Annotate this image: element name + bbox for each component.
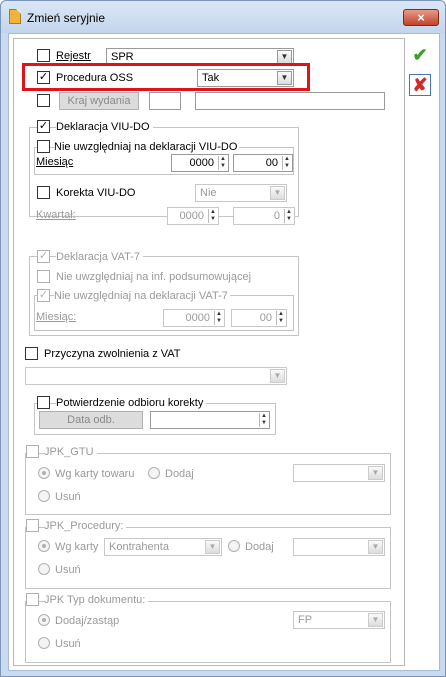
dialog-window: Zmień seryjnie × Rejestr SPR ▼ ✓ Procedu… [0, 0, 446, 677]
chevron-down-icon[interactable]: ▼ [368, 466, 383, 480]
vat7-label: Deklaracja VAT-7 [56, 251, 143, 263]
jpk-gtu-radio-dodaj[interactable] [148, 467, 160, 479]
jpk-typ-value: FP [298, 614, 313, 626]
chevron-down-icon[interactable]: ▼ [368, 613, 383, 627]
kraj-name-input[interactable] [195, 92, 385, 110]
jpk-gtu-opt3-label: Usuń [55, 491, 81, 503]
viudo-year-value: 0000 [189, 157, 214, 169]
rejestr-value: SPR [111, 51, 134, 63]
jpk-typ-radio-usun[interactable] [38, 637, 50, 649]
kwartal-q-value: 0 [273, 210, 280, 222]
cancel-x-icon[interactable]: ✘ [409, 74, 431, 96]
jpk-proc-radio-dodaj[interactable] [228, 540, 240, 552]
vat7-checkbox[interactable]: ✓ [37, 250, 50, 263]
spinner-icon[interactable]: ▲ ▼ [284, 209, 293, 223]
jpk-proc-karta-value: Kontrahenta [109, 541, 169, 553]
potwierdzenie-label: Potwierdzenie odbioru korekty [56, 397, 207, 409]
kraj-checkbox[interactable] [37, 94, 50, 107]
korekta-viudo-checkbox[interactable] [37, 186, 50, 199]
vat7-nie-dekl-checkbox[interactable]: ✓ [37, 289, 50, 302]
viudo-label: Deklaracja VIU-DO [56, 121, 153, 133]
dialog-client: Rejestr SPR ▼ ✓ Procedura OSS Tak ▼ Kraj… [8, 33, 440, 671]
close-button[interactable]: × [403, 9, 439, 26]
viudo-nie-uwzgledniaj-checkbox[interactable] [37, 140, 50, 153]
jpk-proc-opt3-label: Usuń [55, 564, 81, 576]
title-bar: Zmień seryjnie × [1, 1, 445, 33]
viudo-nie-uwzgledniaj-label: Nie uwzględniaj na deklaracji VIU-DO [54, 141, 240, 153]
zwolnienie-checkbox[interactable] [25, 347, 38, 360]
korekta-viudo-label: Korekta VIU-DO [56, 187, 136, 199]
jpk-typ-label: JPK Typ dokumentu: [44, 594, 149, 606]
viudo-month-value: 00 [265, 157, 278, 169]
spinner-icon[interactable]: ▲ ▼ [214, 311, 223, 325]
korekta-viudo-value: Nie [200, 187, 217, 199]
kraj-wydania-button[interactable]: Kraj wydania [59, 92, 139, 110]
jpk-gtu-opt2-label: Dodaj [165, 468, 194, 480]
jpk-proc-label: JPK_Procedury: [44, 520, 127, 532]
vat7-year-value: 0000 [185, 312, 210, 324]
viudo-miesiac-label: Miesiąc [36, 156, 74, 168]
jpk-typ-select[interactable]: FP ▼ [293, 611, 385, 629]
kwartal-q-input[interactable]: 0 ▲ ▼ [233, 207, 295, 225]
jpk-proc-checkbox[interactable] [26, 519, 39, 532]
kraj-code-input[interactable] [149, 92, 181, 110]
jpk-proc-opt2-label: Dodaj [245, 541, 274, 553]
jpk-typ-checkbox[interactable] [26, 593, 39, 606]
kwartal-year-value: 0000 [179, 210, 204, 222]
jpk-typ-opt1-label: Dodaj/zastąp [55, 615, 120, 627]
vat7-nie-podsum-label: Nie uwzględniaj na inf. podsumowującej [56, 271, 252, 283]
jpk-gtu-checkbox[interactable] [26, 445, 39, 458]
jpk-gtu-select[interactable]: ▼ [293, 464, 385, 482]
confirm-check-icon[interactable]: ✔ [409, 44, 431, 66]
jpk-gtu-radio-karta[interactable] [38, 467, 50, 479]
vat7-month-input[interactable]: 00 ▲ ▼ [231, 309, 287, 327]
jpk-gtu-label: JPK_GTU [44, 446, 97, 458]
chevron-down-icon[interactable]: ▼ [368, 540, 383, 554]
chevron-down-icon[interactable]: ▼ [205, 540, 220, 554]
spinner-icon[interactable]: ▲ ▼ [282, 156, 291, 170]
document-icon [9, 9, 21, 24]
data-odb-button[interactable]: Data odb. [39, 411, 143, 429]
data-odb-input[interactable]: ▲ ▼ [150, 411, 270, 429]
potwierdzenie-checkbox[interactable] [37, 396, 50, 409]
zwolnienie-select[interactable]: ▼ [25, 367, 287, 385]
rejestr-label: Rejestr [56, 50, 91, 62]
vat7-month-value: 00 [259, 312, 272, 324]
spinner-icon[interactable]: ▲ ▼ [259, 413, 268, 427]
rejestr-checkbox[interactable] [37, 49, 50, 62]
chevron-down-icon[interactable]: ▼ [270, 186, 285, 200]
jpk-proc-karta-select[interactable]: Kontrahenta ▼ [104, 538, 222, 556]
form-panel: Rejestr SPR ▼ ✓ Procedura OSS Tak ▼ Kraj… [13, 38, 405, 666]
jpk-gtu-group [25, 453, 391, 515]
jpk-proc-opt1-label: Wg karty [55, 541, 99, 553]
viudo-month-input[interactable]: 00 ▲ ▼ [233, 154, 293, 172]
viudo-checkbox[interactable]: ✓ [37, 120, 50, 133]
window-title: Zmień seryjnie [27, 11, 106, 25]
chevron-down-icon[interactable]: ▼ [270, 369, 285, 383]
jpk-proc-radio-karta[interactable] [38, 540, 50, 552]
zwolnienie-label: Przyczyna zwolnienia z VAT [44, 348, 181, 360]
vat7-miesiac-label: Miesiąc: [36, 311, 77, 323]
spinner-icon[interactable]: ▲ ▼ [276, 311, 285, 325]
vat7-nie-dekl-label: Nie uwzględniaj na deklaracji VAT-7 [54, 290, 230, 302]
viudo-year-input[interactable]: 0000 ▲ ▼ [171, 154, 229, 172]
vat7-nie-podsum-checkbox[interactable] [37, 270, 50, 283]
jpk-gtu-opt1-label: Wg karty towaru [55, 468, 135, 480]
spinner-icon[interactable]: ▲ ▼ [218, 156, 227, 170]
oss-highlight-frame [22, 63, 310, 91]
jpk-typ-opt2-label: Usuń [55, 638, 81, 650]
kwartal-label: Kwartał: [36, 209, 76, 221]
jpk-proc-select[interactable]: ▼ [293, 538, 385, 556]
korekta-viudo-select[interactable]: Nie ▼ [195, 184, 287, 202]
jpk-proc-group [25, 527, 391, 589]
kwartal-year-input[interactable]: 0000 ▲ ▼ [167, 207, 219, 225]
jpk-typ-radio-dodaj[interactable] [38, 614, 50, 626]
jpk-gtu-radio-usun[interactable] [38, 490, 50, 502]
jpk-proc-radio-usun[interactable] [38, 563, 50, 575]
vat7-year-input[interactable]: 0000 ▲ ▼ [163, 309, 225, 327]
chevron-down-icon[interactable]: ▼ [277, 50, 292, 64]
spinner-icon[interactable]: ▲ ▼ [208, 209, 217, 223]
